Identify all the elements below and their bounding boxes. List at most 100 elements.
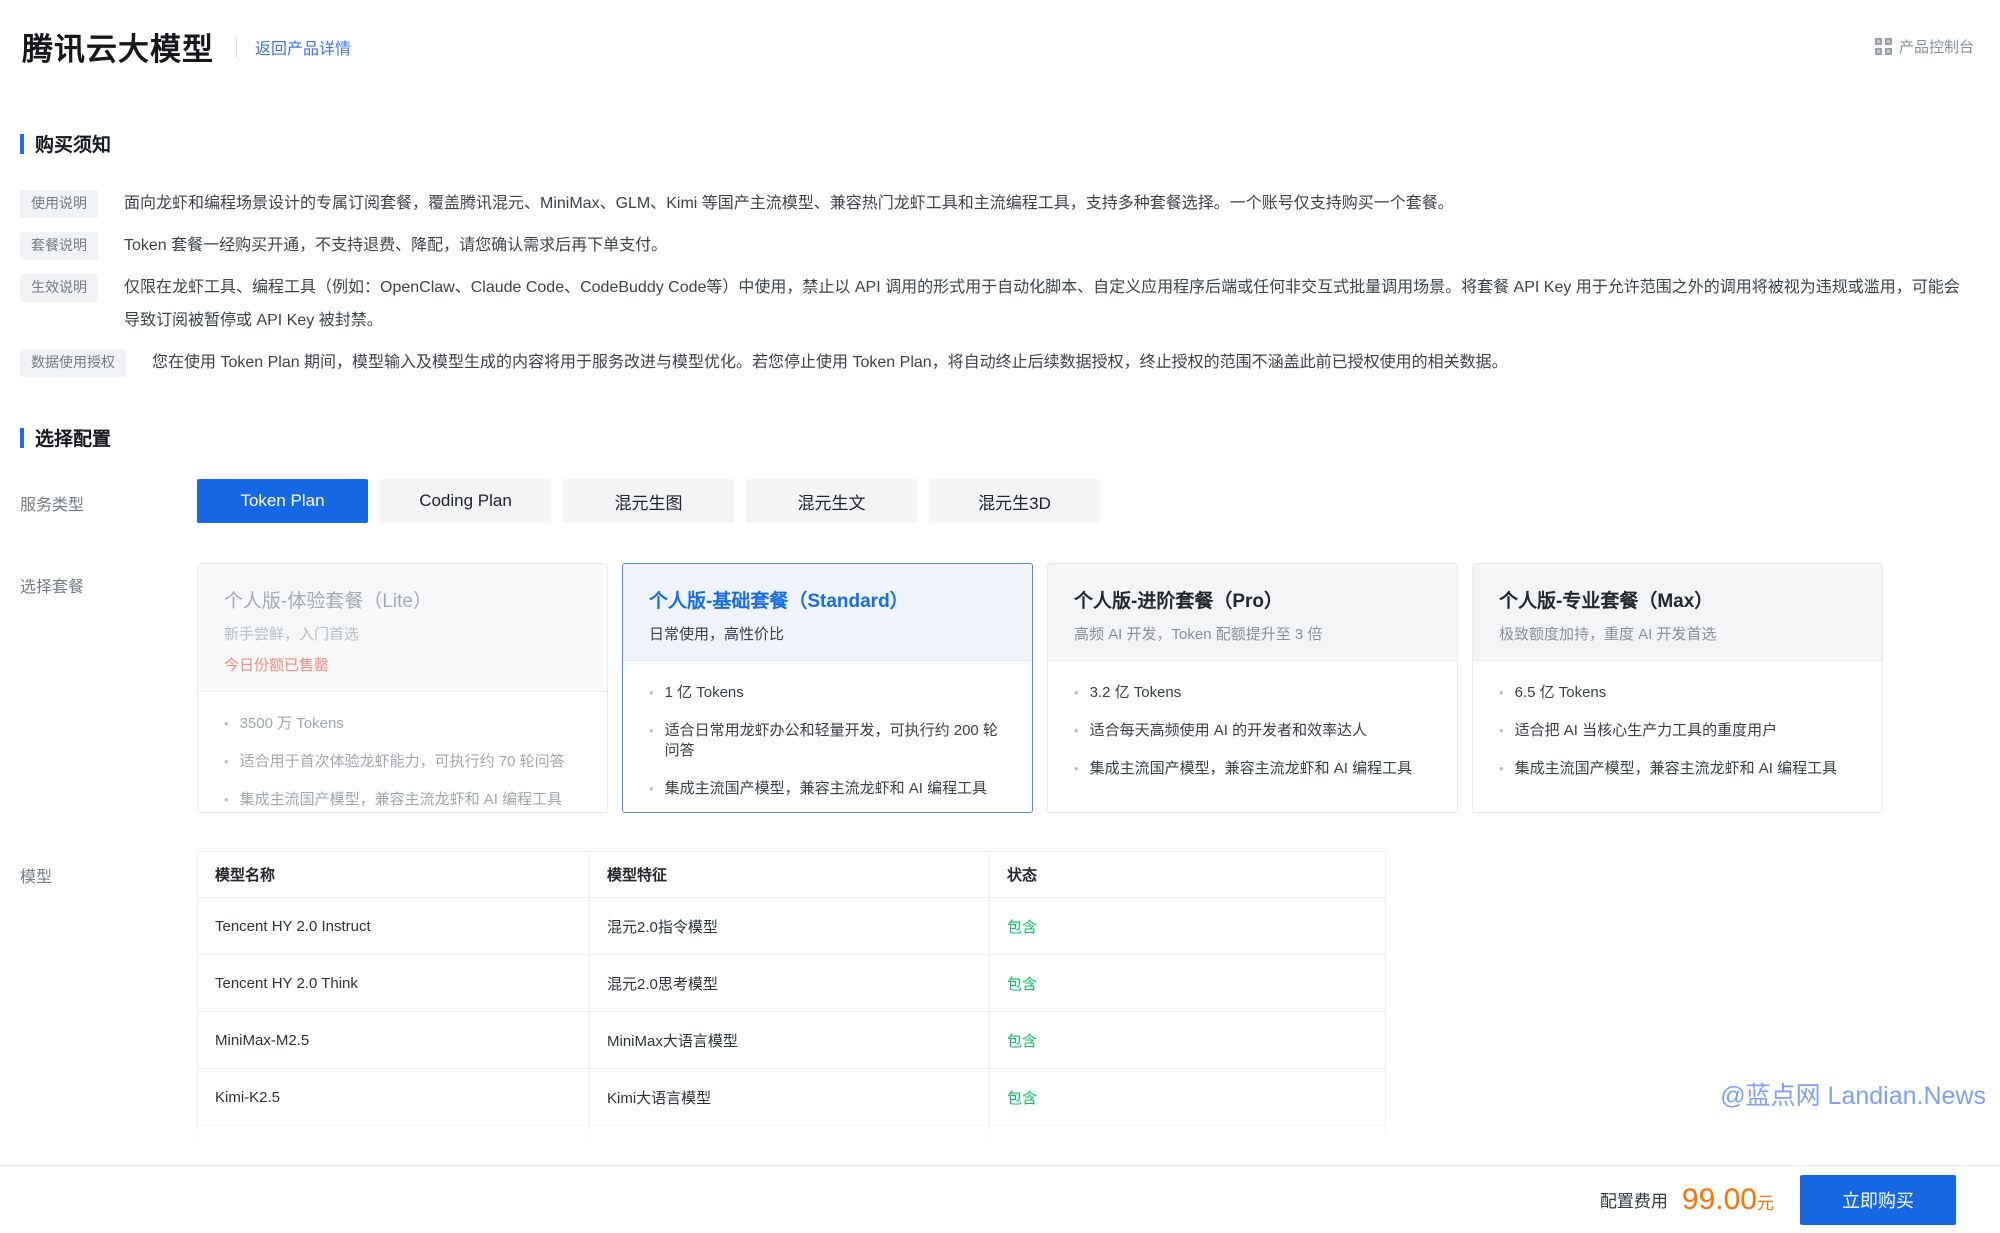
plan-feature: •1 亿 Tokens	[649, 683, 1006, 703]
plan-subtitle: 高频 AI 开发，Token 配额提升至 3 倍	[1074, 623, 1431, 644]
table-header-row: 模型名称 模型特征 状态	[198, 852, 1386, 898]
model-feature-cell: 混元2.0指令模型	[590, 898, 990, 955]
plan-feature: •适合把 AI 当核心生产力工具的重度用户	[1499, 721, 1856, 741]
watermark: @蓝点网 Landian.News	[1720, 1076, 1986, 1112]
plan-feature: •6.5 亿 Tokens	[1499, 683, 1856, 703]
tab-hunyuan-image[interactable]: 混元生图	[563, 479, 734, 523]
model-feature-cell: MiniMax大语言模型	[590, 1012, 990, 1069]
plan-soldout-text: 今日份额已售罄	[224, 654, 581, 675]
notice-row: 数据使用授权 您在使用 Token Plan 期间，模型输入及模型生成的内容将用…	[20, 346, 1964, 379]
plan-card-max[interactable]: 个人版-专业套餐（Max） 极致额度加持，重度 AI 开发首选 •6.5 亿 T…	[1472, 563, 1883, 813]
plan-subtitle: 日常使用，高性价比	[649, 623, 1006, 644]
notice-text: 面向龙虾和编程场景设计的专属订阅套餐，覆盖腾讯混元、MiniMax、GLM、Ki…	[124, 187, 1454, 220]
table-row: MiniMax-M2.5 MiniMax大语言模型 包含	[198, 1012, 1386, 1069]
section-bar	[20, 428, 24, 448]
col-header-model-name: 模型名称	[198, 852, 590, 898]
table-row: Kimi-K2.5 Kimi大语言模型 包含	[198, 1069, 1386, 1126]
table-row: GLM-5 智谱GLM-5模型 包含	[198, 1126, 1386, 1156]
model-name-cell: Tencent HY 2.0 Think	[198, 955, 590, 1012]
plan-select-label: 选择套餐	[20, 563, 197, 813]
plan-feature: •3.2 亿 Tokens	[1074, 683, 1431, 703]
purchase-bar: 配置费用 99.00元 立即购买	[0, 1165, 2000, 1233]
notice-row: 套餐说明 Token 套餐一经购买开通，不支持退费、降配，请您确认需求后再下单支…	[20, 229, 1964, 262]
model-feature-cell: 混元2.0思考模型	[590, 955, 990, 1012]
service-type-tabs: Token Plan Coding Plan 混元生图 混元生文 混元生3D	[197, 479, 1112, 523]
plan-feature: •集成主流国产模型，兼容主流龙虾和 AI 编程工具	[224, 790, 581, 810]
fee-label: 配置费用	[1600, 1187, 1668, 1212]
plan-cards: 个人版-体验套餐（Lite） 新手尝鲜，入门首选 今日份额已售罄 •3500 万…	[197, 563, 1897, 813]
page-title: 腾讯云大模型	[22, 24, 214, 69]
bullet-icon: •	[224, 714, 229, 734]
bullet-icon: •	[1499, 759, 1504, 779]
service-type-label: 服务类型	[20, 479, 197, 523]
plan-card-pro[interactable]: 个人版-进阶套餐（Pro） 高频 AI 开发，Token 配额提升至 3 倍 •…	[1047, 563, 1458, 813]
purchase-notice-section: 购买须知 使用说明 面向龙虾和编程场景设计的专属订阅套餐，覆盖腾讯混元、Mini…	[20, 130, 1964, 388]
bullet-icon: •	[1074, 759, 1079, 779]
plan-feature: •3500 万 Tokens	[224, 714, 581, 734]
plan-card-standard[interactable]: 个人版-基础套餐（Standard） 日常使用，高性价比 •1 亿 Tokens…	[622, 563, 1033, 813]
plan-title: 个人版-进阶套餐（Pro）	[1074, 586, 1431, 613]
model-table: 模型名称 模型特征 状态 Tencent HY 2.0 Instruct 混元2…	[197, 851, 1386, 1155]
bullet-icon: •	[224, 752, 229, 772]
notice-row: 生效说明 仅限在龙虾工具、编程工具（例如：OpenClaw、Claude Cod…	[20, 271, 1964, 337]
back-to-product-link[interactable]: 返回产品详情	[255, 35, 351, 59]
config-section: 选择配置 服务类型 Token Plan Coding Plan 混元生图 混元…	[20, 424, 1976, 1155]
plan-subtitle: 新手尝鲜，入门首选	[224, 623, 581, 644]
console-label: 产品控制台	[1899, 36, 1974, 57]
console-button[interactable]: 产品控制台	[1875, 36, 1974, 57]
config-section-title: 选择配置	[20, 424, 1976, 451]
plan-feature: •适合每天高频使用 AI 的开发者和效率达人	[1074, 721, 1431, 741]
notice-badge: 生效说明	[20, 274, 98, 302]
fee-price: 99.00元	[1682, 1183, 1774, 1217]
status-badge: 包含	[990, 1069, 1386, 1126]
notice-badge: 数据使用授权	[20, 349, 126, 377]
model-name-cell: Tencent HY 2.0 Instruct	[198, 898, 590, 955]
tab-coding-plan[interactable]: Coding Plan	[380, 479, 551, 523]
plan-subtitle: 极致额度加持，重度 AI 开发首选	[1499, 623, 1856, 644]
bullet-icon: •	[1074, 683, 1079, 703]
bullet-icon: •	[649, 779, 654, 799]
notice-row: 使用说明 面向龙虾和编程场景设计的专属订阅套餐，覆盖腾讯混元、MiniMax、G…	[20, 187, 1964, 220]
status-badge: 包含	[990, 1012, 1386, 1069]
model-table-wrap: 模型名称 模型特征 状态 Tencent HY 2.0 Instruct 混元2…	[197, 851, 1387, 1155]
tab-hunyuan-3d[interactable]: 混元生3D	[929, 479, 1100, 523]
buy-now-button[interactable]: 立即购买	[1800, 1175, 1956, 1225]
model-label: 模型	[20, 851, 197, 1155]
status-badge: 包含	[990, 898, 1386, 955]
notice-text: Token 套餐一经购买开通，不支持退费、降配，请您确认需求后再下单支付。	[124, 229, 667, 262]
section-bar	[20, 134, 24, 154]
col-header-model-feature: 模型特征	[590, 852, 990, 898]
grid-icon	[1875, 38, 1892, 55]
plan-feature: •集成主流国产模型，兼容主流龙虾和 AI 编程工具	[649, 779, 1006, 799]
price-currency: 元	[1757, 1189, 1774, 1214]
tab-token-plan[interactable]: Token Plan	[197, 479, 368, 523]
table-row: Tencent HY 2.0 Think 混元2.0思考模型 包含	[198, 955, 1386, 1012]
bullet-icon: •	[649, 683, 654, 703]
title-divider	[236, 36, 237, 58]
bullet-icon: •	[1499, 683, 1504, 703]
model-name-cell: GLM-5	[198, 1126, 590, 1156]
plan-feature: •适合用于首次体验龙虾能力，可执行约 70 轮问答	[224, 752, 581, 772]
plan-feature: •集成主流国产模型，兼容主流龙虾和 AI 编程工具	[1499, 759, 1856, 779]
plan-feature: •适合日常用龙虾办公和轻量开发，可执行约 200 轮问答	[649, 721, 1006, 761]
model-name-cell: MiniMax-M2.5	[198, 1012, 590, 1069]
bullet-icon: •	[1499, 721, 1504, 741]
plan-feature: •集成主流国产模型，兼容主流龙虾和 AI 编程工具	[1074, 759, 1431, 779]
bullet-icon: •	[649, 721, 654, 761]
plan-title: 个人版-体验套餐（Lite）	[224, 586, 581, 613]
tab-hunyuan-text[interactable]: 混元生文	[746, 479, 917, 523]
notice-text: 您在使用 Token Plan 期间，模型输入及模型生成的内容将用于服务改进与模…	[152, 346, 1508, 379]
plan-card-lite[interactable]: 个人版-体验套餐（Lite） 新手尝鲜，入门首选 今日份额已售罄 •3500 万…	[197, 563, 608, 813]
model-name-cell: Kimi-K2.5	[198, 1069, 590, 1126]
page-header: 腾讯云大模型 返回产品详情 产品控制台	[22, 24, 1974, 69]
notice-badge: 使用说明	[20, 190, 98, 218]
status-badge: 包含	[990, 955, 1386, 1012]
price-value: 99.00	[1682, 1183, 1757, 1217]
plan-title: 个人版-专业套餐（Max）	[1499, 586, 1856, 613]
notice-text: 仅限在龙虾工具、编程工具（例如：OpenClaw、Claude Code、Cod…	[124, 271, 1964, 337]
bullet-icon: •	[224, 790, 229, 810]
bullet-icon: •	[1074, 721, 1079, 741]
status-badge: 包含	[990, 1126, 1386, 1156]
notice-badge: 套餐说明	[20, 232, 98, 260]
notice-section-title: 购买须知	[20, 130, 1964, 157]
